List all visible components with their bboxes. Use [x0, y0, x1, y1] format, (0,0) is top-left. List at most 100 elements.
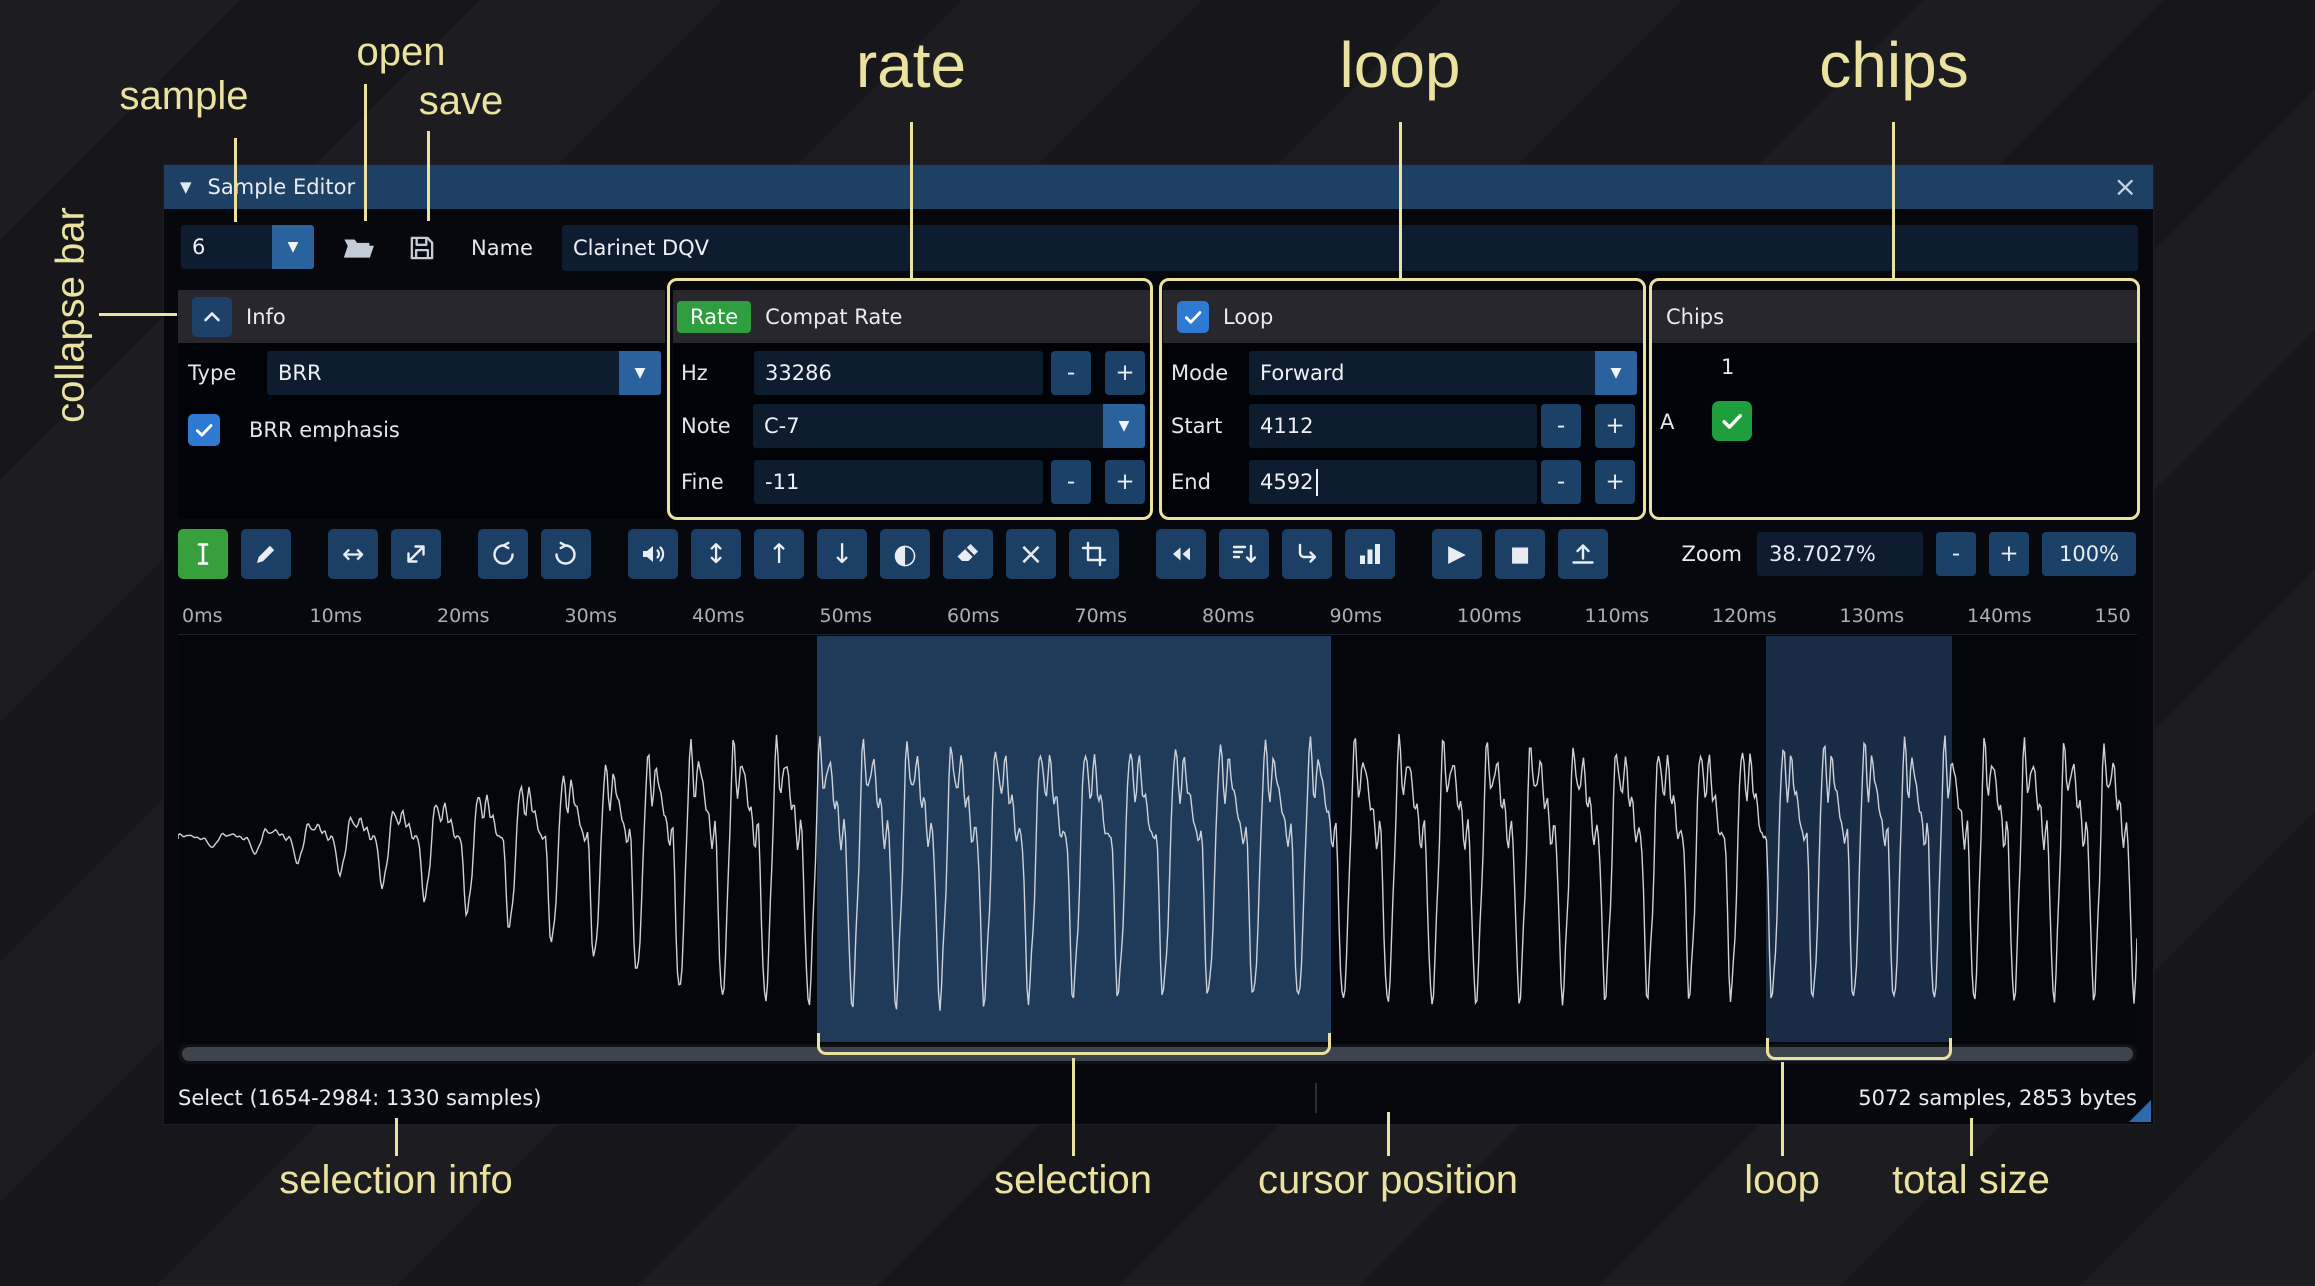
zoom-input[interactable]: 38.7027%	[1757, 532, 1923, 576]
close-button[interactable]: ×	[2114, 173, 2137, 201]
mode-dropdown[interactable]: Forward ▼	[1249, 351, 1637, 395]
trim-button[interactable]	[1069, 529, 1119, 579]
type-row: Type BRR ▼	[178, 351, 665, 395]
sample-selector-value: 6	[192, 235, 206, 259]
amplify-up-button[interactable]: ↑	[754, 529, 804, 579]
selection-info-text: Select (1654-2984: 1330 samples)	[178, 1086, 542, 1110]
fine-row: Fine -11 - +	[673, 460, 1153, 504]
play-button[interactable]: ▶	[1432, 529, 1482, 579]
annotation-line-open	[364, 84, 367, 221]
chip-row-label: A	[1660, 410, 1675, 434]
loop-end-input[interactable]: 4592	[1249, 460, 1537, 504]
tool-draw-button[interactable]	[241, 529, 291, 579]
redo-button[interactable]	[541, 529, 591, 579]
arrows-vertical-icon: ↕	[704, 538, 728, 570]
resample-button[interactable]	[391, 529, 441, 579]
invert-button[interactable]: ◐	[880, 529, 930, 579]
insert-button[interactable]	[1282, 529, 1332, 579]
loop-end-decrement-button[interactable]: -	[1541, 460, 1581, 504]
spectrum-button[interactable]	[1345, 529, 1395, 579]
emphasis-row: BRR emphasis	[178, 414, 665, 446]
stop-button[interactable]: ■	[1495, 529, 1545, 579]
type-dropdown[interactable]: BRR ▼	[267, 351, 661, 395]
preview-button[interactable]	[628, 529, 678, 579]
loop-end-label: End	[1171, 470, 1211, 494]
annotation-line-selection	[1072, 1058, 1075, 1156]
resize-button[interactable]: ↔	[328, 529, 378, 579]
resize-grip[interactable]	[2129, 1100, 2151, 1122]
type-dropdown-value: BRR	[278, 361, 322, 385]
note-dropdown[interactable]: C-7 ▼	[753, 404, 1145, 448]
loop-end-increment-button[interactable]: +	[1595, 460, 1635, 504]
reverse-button[interactable]	[1156, 529, 1206, 579]
zoom-label: Zoom	[1681, 542, 1742, 566]
timeline-ruler[interactable]: 0ms 10ms 20ms 30ms 40ms 50ms 60ms 70ms 80ms 90ms 1…	[178, 591, 2137, 635]
end-row: End 4592 - +	[1163, 460, 1644, 504]
info-header-label: Info	[246, 304, 286, 329]
loop-section-header: Loop	[1163, 290, 1644, 343]
brr-emphasis-checkbox[interactable]	[188, 414, 220, 446]
chips-section: Chips 1 A	[1652, 290, 2138, 519]
fine-increment-button[interactable]: +	[1105, 460, 1145, 504]
pencil-icon	[257, 545, 275, 563]
check-icon	[195, 424, 213, 437]
chips-section-header: Chips	[1652, 290, 2138, 343]
zoom-out-button[interactable]: -	[1936, 532, 1976, 576]
sample-editor-window: ▼ Sample Editor × 6 ▼ Name Clarinet DQV	[163, 164, 2154, 1125]
ruler-label: 100ms	[1457, 605, 1522, 627]
save-button[interactable]	[400, 225, 444, 271]
annotation-line-save	[427, 131, 430, 221]
annotation-line-cursor-position	[1387, 1112, 1390, 1156]
open-button[interactable]	[334, 225, 382, 271]
chip-a-checkbox[interactable]	[1712, 401, 1752, 441]
hz-label: Hz	[681, 361, 708, 385]
chevron-down-icon[interactable]: ▼	[635, 365, 646, 381]
ibeam-cursor-icon	[197, 543, 209, 565]
zoom-reset-button[interactable]: 100%	[2042, 532, 2136, 576]
hz-decrement-button[interactable]: -	[1051, 351, 1091, 395]
chevron-down-icon[interactable]: ▼	[1611, 365, 1622, 381]
hz-increment-button[interactable]: +	[1105, 351, 1145, 395]
folder-open-icon	[343, 239, 374, 258]
arrow-up-icon: ↑	[767, 538, 791, 570]
chevron-down-icon[interactable]: ▼	[1119, 418, 1130, 434]
redo-arrow-icon	[555, 541, 576, 565]
fine-decrement-button[interactable]: -	[1051, 460, 1091, 504]
desktop-background: ▼ Sample Editor × 6 ▼ Name Clarinet DQV	[0, 0, 2315, 1286]
loop-start-input[interactable]: 4112	[1249, 404, 1537, 448]
rate-section: Rate Compat Rate Hz 33286 - + Note C-7 ▼…	[673, 290, 1153, 519]
hz-input[interactable]: 33286	[754, 351, 1043, 395]
waveform-display[interactable]	[178, 636, 2137, 1060]
loop-start-decrement-button[interactable]: -	[1541, 404, 1581, 448]
silence-button[interactable]: ×	[1006, 529, 1056, 579]
window-titlebar[interactable]: ▼ Sample Editor ×	[164, 165, 2153, 209]
zoom-in-button[interactable]: +	[1989, 532, 2029, 576]
eraser-button[interactable]	[943, 529, 993, 579]
fine-input[interactable]: -11	[754, 460, 1043, 504]
amplify-down-button[interactable]: ↓	[817, 529, 867, 579]
info-collapse-button[interactable]	[192, 296, 232, 337]
corner-arrow-icon	[1298, 543, 1317, 563]
undo-button[interactable]	[478, 529, 528, 579]
compat-rate-label: Compat Rate	[765, 304, 903, 329]
chip-column-label: 1	[1721, 355, 1735, 379]
name-input[interactable]: Clarinet DQV	[562, 225, 2138, 271]
ruler-label: 60ms	[947, 605, 1000, 627]
ruler-label: 150	[2094, 605, 2131, 627]
half-circle-icon: ◐	[893, 538, 917, 570]
import-button[interactable]	[1558, 529, 1608, 579]
filter-button[interactable]	[1219, 529, 1269, 579]
mode-label: Mode	[1171, 361, 1229, 385]
window-collapse-icon[interactable]: ▼	[180, 178, 192, 196]
rate-badge-button[interactable]: Rate	[677, 300, 752, 333]
chips-header-label: Chips	[1666, 304, 1725, 329]
chevron-down-icon[interactable]: ▼	[288, 239, 299, 255]
loop-start-increment-button[interactable]: +	[1595, 404, 1635, 448]
loop-checkbox[interactable]	[1177, 300, 1209, 333]
ruler-label: 140ms	[1967, 605, 2032, 627]
normalize-button[interactable]: ↕	[691, 529, 741, 579]
close-icon: ×	[2113, 170, 2137, 203]
fine-label: Fine	[681, 470, 724, 494]
tool-select-button[interactable]	[178, 529, 228, 579]
sample-selector[interactable]: 6 ▼	[181, 225, 314, 269]
